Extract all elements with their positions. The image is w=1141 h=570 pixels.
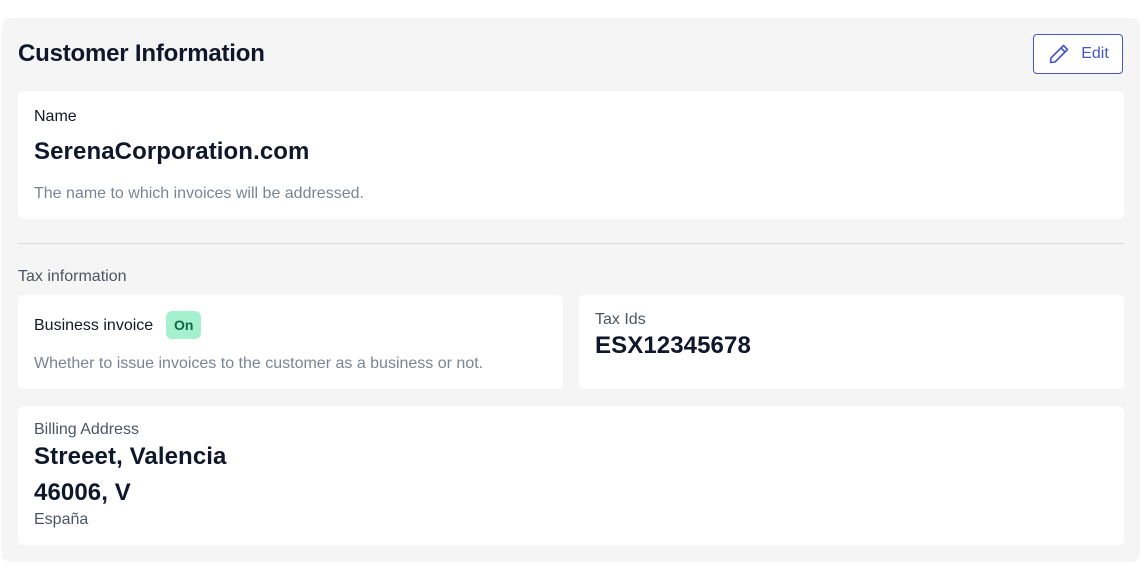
status-badge: On [166, 311, 202, 339]
tax-ids-label: Tax Ids [595, 311, 646, 328]
tax-ids-card: Tax Ids ESX12345678 [579, 295, 1124, 389]
tax-information-heading: Tax information [18, 268, 127, 285]
page-title: Customer Information [18, 40, 265, 67]
name-label: Name [34, 108, 77, 125]
section-divider [18, 243, 1124, 244]
billing-address-label: Billing Address [34, 421, 139, 438]
business-invoice-card: Business invoice On Whether to issue inv… [18, 295, 563, 389]
edit-button-label: Edit [1081, 45, 1109, 62]
customer-name-value: SerenaCorporation.com [34, 138, 310, 165]
name-card: Name SerenaCorporation.com The name to w… [18, 91, 1124, 219]
business-invoice-helper-text: Whether to issue invoices to the custome… [34, 355, 484, 372]
address-line-1: Streeet, Valencia [34, 443, 227, 470]
edit-button[interactable]: Edit [1033, 34, 1123, 74]
name-helper-text: The name to which invoices will be addre… [34, 185, 364, 202]
business-invoice-label: Business invoice [34, 317, 154, 334]
pencil-icon [1047, 42, 1071, 66]
address-line-2: 46006, V [34, 479, 131, 506]
billing-address-card: Billing Address Streeet, Valencia 46006,… [18, 406, 1124, 545]
customer-information-panel: Customer Information Edit Name SerenaCor… [2, 18, 1140, 562]
address-country: España [34, 511, 89, 528]
tax-id-value: ESX12345678 [595, 332, 751, 359]
